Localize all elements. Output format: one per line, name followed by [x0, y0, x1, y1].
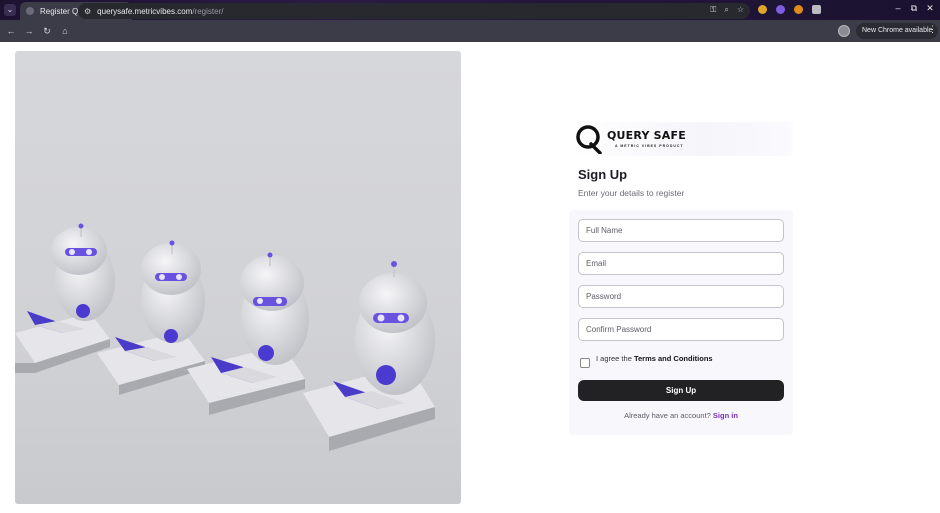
- email-field[interactable]: [578, 252, 784, 275]
- restore-button[interactable]: ⧉: [910, 3, 918, 14]
- minimize-button[interactable]: –: [894, 3, 902, 14]
- sign-up-button[interactable]: Sign Up: [578, 380, 784, 401]
- bookmark-star-icon[interactable]: ☆: [737, 5, 744, 15]
- robot-figure: [15, 223, 115, 373]
- register-card: QUERY SAFE A METRIC VIBES PRODUCT Sign U…: [569, 120, 793, 435]
- favicon-icon: [26, 7, 34, 15]
- terms-checkbox[interactable]: [580, 358, 590, 368]
- close-window-button[interactable]: ✕: [926, 3, 934, 14]
- robot-figure: [97, 240, 205, 395]
- full-name-field[interactable]: [578, 219, 784, 242]
- update-chrome-button[interactable]: New Chrome available: [856, 23, 939, 39]
- page-title: Sign Up: [578, 167, 628, 182]
- terms-prefix: I agree the: [596, 354, 634, 363]
- page-content: QUERY SAFE A METRIC VIBES PRODUCT Sign U…: [0, 42, 940, 513]
- logo-wordmark: QUERY SAFE: [607, 129, 686, 142]
- logo-tagline: A METRIC VIBES PRODUCT: [615, 144, 684, 148]
- terms-label: I agree the Terms and Conditions: [596, 354, 713, 363]
- extensions-area: [758, 5, 821, 14]
- page-subtitle: Enter your details to register: [578, 188, 685, 198]
- signin-row: Already have an account? Sign in: [569, 411, 793, 420]
- forward-arrow-icon[interactable]: →: [20, 26, 38, 36]
- logo: QUERY SAFE A METRIC VIBES PRODUCT: [573, 122, 793, 156]
- extension-icon[interactable]: [794, 5, 803, 14]
- extensions-puzzle-icon[interactable]: [812, 5, 821, 14]
- reload-icon[interactable]: ↻: [38, 26, 56, 37]
- extension-icon[interactable]: [776, 5, 785, 14]
- tab-search-button[interactable]: ⌄: [4, 4, 16, 16]
- robots-illustration: [15, 223, 435, 451]
- querysafe-logo-icon: [576, 125, 602, 154]
- browser-toolbar: ← → ↻ ⌂: [0, 20, 940, 42]
- robot-figure: [187, 252, 309, 415]
- confirm-password-field[interactable]: [578, 318, 784, 341]
- profile-avatar[interactable]: [838, 25, 850, 37]
- terms-row: I agree the Terms and Conditions: [580, 354, 713, 368]
- password-field[interactable]: [578, 285, 784, 308]
- zoom-icon[interactable]: ⌕: [724, 5, 728, 15]
- back-arrow-icon[interactable]: ←: [2, 26, 20, 36]
- sign-in-link[interactable]: Sign in: [713, 411, 738, 420]
- address-bar[interactable]: ⚙ querysafe.metricvibes.com /register/ ⚿…: [78, 3, 750, 19]
- register-form: I agree the Terms and Conditions Sign Up…: [569, 210, 793, 435]
- signin-prompt: Already have an account?: [624, 411, 713, 420]
- url-host: querysafe.metricvibes.com: [97, 6, 193, 16]
- site-info-icon[interactable]: ⚙: [84, 7, 91, 16]
- window-controls: – ⧉ ✕: [894, 3, 934, 14]
- robot-figure: [303, 261, 435, 451]
- chrome-menu-icon[interactable]: ⋮: [928, 24, 937, 35]
- password-key-icon[interactable]: ⚿: [710, 5, 716, 15]
- terms-link[interactable]: Terms and Conditions: [634, 354, 713, 363]
- url-path: /register/: [192, 6, 224, 16]
- extension-icon[interactable]: [758, 5, 767, 14]
- hero-illustration: [15, 51, 461, 504]
- home-icon[interactable]: ⌂: [56, 26, 74, 36]
